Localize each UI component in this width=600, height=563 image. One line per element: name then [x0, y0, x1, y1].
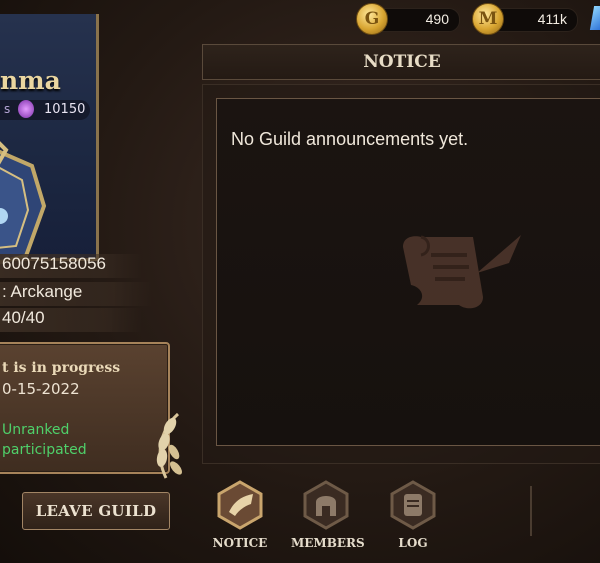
log-scroll-icon — [390, 480, 436, 530]
tab-notice[interactable]: NOTICE — [205, 480, 275, 550]
tab-notice-label: NOTICE — [212, 536, 268, 550]
guild-coin-icon: M — [472, 3, 504, 35]
guild-event-card[interactable]: t is in progress 0-15-2022 Unranked part… — [0, 342, 170, 474]
gold-amount: 490 — [425, 11, 449, 27]
notice-title: NOTICE — [363, 52, 441, 72]
blue-gem-icon — [589, 6, 600, 30]
event-participation: participated — [2, 442, 87, 458]
tab-members[interactable]: MEMBERS — [291, 480, 365, 550]
helmet-icon — [303, 480, 349, 530]
tab-members-label: MEMBERS — [291, 536, 365, 550]
guild-coin-amount: 411k — [537, 11, 567, 27]
guild-id: 60075158056 — [0, 254, 142, 278]
guild-power-value: 10150 — [44, 102, 86, 117]
guild-power-pill: s 10150 — [0, 100, 90, 120]
laurel-icon — [156, 412, 182, 479]
guild-emblem-icon — [0, 141, 47, 265]
quill-scroll-icon — [403, 235, 521, 309]
event-date: 0-15-2022 — [2, 380, 80, 398]
event-title: t is in progress — [2, 360, 121, 376]
tab-log[interactable]: LOG — [378, 480, 448, 550]
leave-guild-button[interactable]: LEAVE GUILD — [22, 492, 170, 530]
horn-icon — [217, 480, 263, 530]
guild-member-count: 40/40 — [0, 308, 142, 332]
guild-banner — [0, 14, 99, 265]
guild-name: nma — [0, 66, 61, 95]
notice-body: No Guild announcements yet. — [216, 98, 600, 446]
power-gem-icon — [18, 100, 34, 118]
gold-coin-icon: G — [356, 3, 388, 35]
notice-message: No Guild announcements yet. — [231, 129, 469, 149]
tab-log-label: LOG — [398, 536, 428, 550]
event-rank: Unranked — [2, 422, 70, 438]
guild-leader: : Arckange — [0, 282, 152, 306]
notice-header: NOTICE — [202, 44, 600, 80]
tab-divider — [530, 486, 532, 536]
power-prefix: s — [4, 102, 11, 116]
